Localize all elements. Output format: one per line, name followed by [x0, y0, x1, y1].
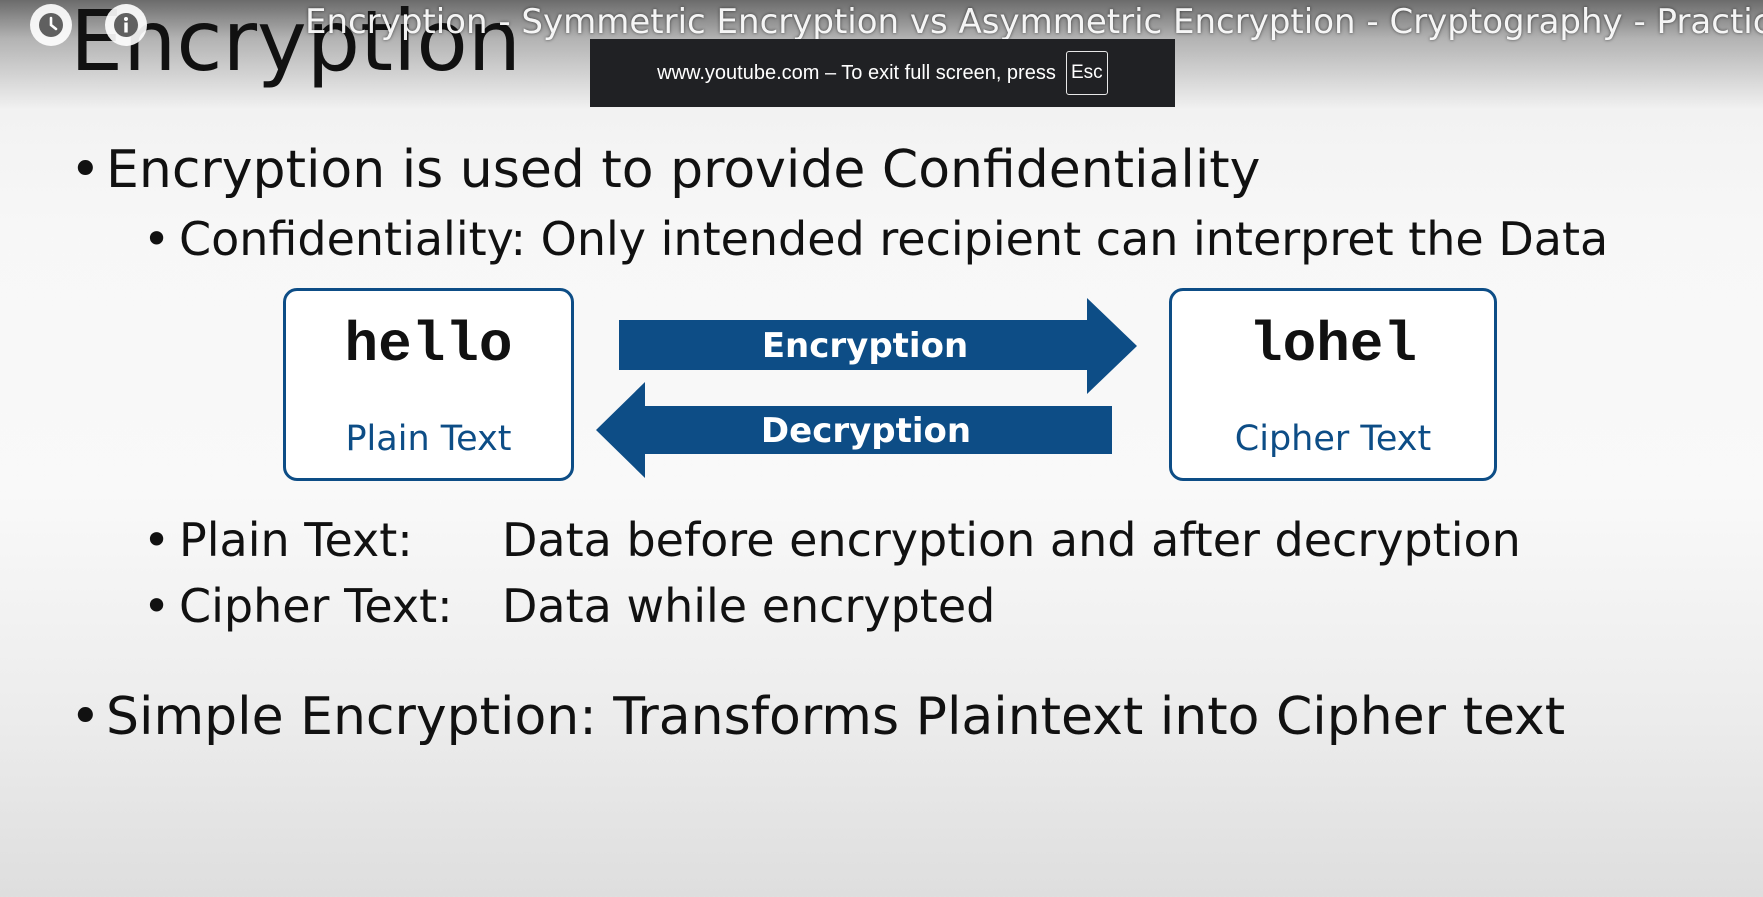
info-button[interactable]	[105, 4, 147, 46]
clock-icon	[39, 13, 63, 37]
cipher-label: Cipher Text	[1234, 419, 1432, 459]
plain-label: Plain Text	[345, 419, 512, 459]
video-title[interactable]: Encryption - Symmetric Encryption vs Asy…	[305, 2, 1763, 42]
plain-text-box: hello Plain Text	[283, 288, 574, 481]
bullet-glyph: •	[143, 212, 171, 266]
bullet-glyph: •	[143, 513, 171, 567]
fullscreen-notice-text: www.youtube.com – To exit full screen, p…	[657, 61, 1056, 84]
decryption-label: Decryption	[761, 411, 971, 451]
info-icon	[114, 13, 138, 37]
bullet-point-simple-encryption: • Simple Encryption: Transforms Plaintext…	[70, 687, 1565, 747]
bullet-glyph: •	[143, 579, 171, 633]
plain-term: Plain Text:	[179, 513, 413, 567]
definition-cipher-text: • Cipher Text: Data while encrypted	[143, 579, 995, 633]
cipher-text-box: lohel Cipher Text	[1169, 288, 1497, 481]
plain-definition: Data before encryption and after decrypt…	[502, 513, 1521, 567]
point2-text: Simple Encryption: Transforms Plaintext …	[106, 687, 1566, 747]
encryption-flow-arrows: Encryption Decryption	[596, 298, 1137, 478]
cipher-term: Cipher Text:	[179, 579, 453, 633]
bullet-point-confidentiality: • Encryption is used to provide Confident…	[70, 140, 1260, 200]
fullscreen-exit-notice: www.youtube.com – To exit full screen, p…	[590, 39, 1175, 107]
cipher-word: lohel	[1248, 313, 1418, 377]
point1-text: Encryption is used to provide Confidenti…	[106, 140, 1261, 200]
watch-later-button[interactable]	[30, 4, 72, 46]
encryption-label: Encryption	[762, 326, 968, 366]
cipher-definition: Data while encrypted	[502, 579, 996, 633]
plain-word: hello	[344, 313, 513, 377]
sub-bullet-confidentiality: • Confidentiality: Only intended recipien…	[143, 212, 1608, 266]
bullet-glyph: •	[70, 687, 101, 747]
esc-key-badge: Esc	[1065, 51, 1108, 95]
sub-confidentiality-text: Confidentiality: Only intended recipient…	[179, 212, 1609, 266]
bullet-glyph: •	[70, 140, 101, 200]
definition-plain-text: • Plain Text: Data before encryption and a…	[143, 513, 1521, 567]
